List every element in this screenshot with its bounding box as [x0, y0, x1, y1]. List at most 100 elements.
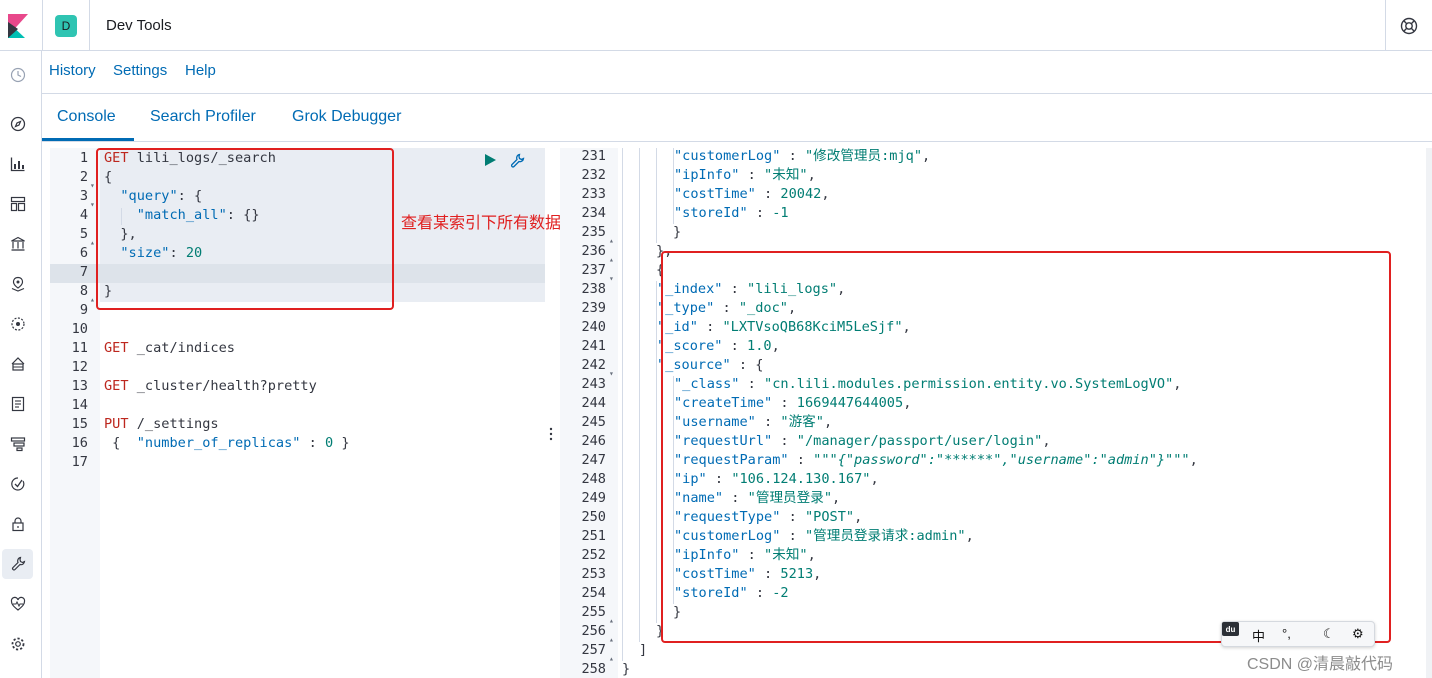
devtools-top-menu: History Settings Help [42, 51, 1432, 94]
request-options-wrench-icon[interactable] [509, 153, 525, 169]
indent-guide [656, 471, 657, 490]
output-line: ] [639, 641, 647, 660]
indent-guide [639, 167, 640, 186]
fold-arrow-icon[interactable]: ▾ [90, 176, 95, 195]
indent-guide [639, 148, 640, 167]
help-link[interactable]: Help [185, 62, 216, 79]
discover-compass-icon[interactable] [9, 115, 27, 133]
indent-guide [622, 167, 623, 186]
indent-guide [639, 547, 640, 566]
indent-guide [656, 528, 657, 547]
uptime-icon[interactable] [9, 475, 27, 493]
line-number: 16 [71, 435, 88, 451]
line-number: 5 [79, 226, 88, 242]
indent-guide [622, 452, 623, 471]
baidu-ime-logo-icon[interactable]: du [1222, 622, 1239, 636]
output-line-number: 243 [581, 376, 606, 392]
output-line: "ipInfo" : "未知", [674, 167, 816, 183]
fold-end-icon[interactable]: ▴ [609, 611, 614, 630]
settings-link[interactable]: Settings [113, 62, 167, 79]
line-number: 1 [79, 150, 88, 166]
indent-guide [639, 433, 640, 452]
indent-guide [622, 148, 623, 167]
send-request-play-icon[interactable] [483, 153, 497, 167]
recent-clock-icon[interactable] [9, 66, 27, 84]
ml-icon[interactable] [9, 315, 27, 333]
indent-guide [656, 490, 657, 509]
line-number: 15 [71, 416, 88, 432]
punct: , [922, 148, 931, 164]
ime-punctuation-toggle[interactable]: °, [1282, 626, 1291, 641]
ime-language-toggle[interactable]: 中 [1252, 626, 1265, 645]
output-line-number: 236 [581, 243, 606, 259]
indent-guide [639, 395, 640, 414]
panel-resize-handle-icon[interactable] [548, 426, 554, 442]
indent-guide [622, 338, 623, 357]
indent-guide [656, 452, 657, 471]
fold-end-icon[interactable]: ▴ [609, 649, 614, 668]
indent-guide [639, 224, 640, 243]
indent-guide [622, 357, 623, 376]
brace: } [333, 435, 350, 451]
tab-console[interactable]: Console [57, 108, 116, 126]
output-line-number: 253 [581, 566, 606, 582]
ime-settings-gear-icon[interactable]: ⚙ [1352, 626, 1364, 642]
dev-tools-wrench-icon[interactable] [9, 555, 27, 573]
infrastructure-icon[interactable] [9, 355, 27, 373]
tab-grok-debugger[interactable]: Grok Debugger [292, 108, 401, 126]
page-title: Dev Tools [106, 17, 172, 34]
indent-guide [622, 490, 623, 509]
tab-search-profiler[interactable]: Search Profiler [150, 108, 256, 126]
dashboard-icon[interactable] [9, 195, 27, 213]
indent-guide [656, 376, 657, 395]
fold-end-icon[interactable]: ▴ [90, 290, 95, 309]
output-line-number: 247 [581, 452, 606, 468]
output-line-number: 248 [581, 471, 606, 487]
space-avatar[interactable]: D [55, 15, 77, 37]
ime-moon-icon[interactable]: ☾ [1323, 626, 1335, 642]
indent-guide [622, 509, 623, 528]
indent-guide [639, 471, 640, 490]
request-path: _cat/indices [136, 340, 235, 356]
active-tab-indicator [42, 138, 134, 141]
visualize-chart-icon[interactable] [9, 155, 27, 173]
kibana-logo-icon[interactable] [8, 14, 28, 38]
punct: , [821, 186, 830, 202]
output-line-number: 249 [581, 490, 606, 506]
output-line-number: 241 [581, 338, 606, 354]
maps-icon[interactable] [9, 275, 27, 293]
output-line: "costTime" : 20042, [674, 186, 830, 202]
siem-lock-icon[interactable] [9, 515, 27, 533]
canvas-icon[interactable] [9, 235, 27, 253]
json-key: "customerLog" [674, 148, 781, 164]
fold-arrow-icon[interactable]: ▾ [90, 195, 95, 214]
fold-end-icon[interactable]: ▴ [609, 630, 614, 649]
apm-icon[interactable] [9, 435, 27, 453]
watermark: CSDN @清晨敲代码 [1247, 656, 1394, 673]
fold-end-icon[interactable]: ▴ [90, 233, 95, 252]
output-line-number: 254 [581, 585, 606, 601]
annotation-text: 查看某索引下所有数据 [401, 215, 562, 232]
fold-end-icon[interactable]: ▴ [609, 231, 614, 250]
output-line-number: 240 [581, 319, 606, 335]
indent-guide [622, 414, 623, 433]
indent-guide [622, 376, 623, 395]
management-gear-icon[interactable] [9, 635, 27, 653]
indent-guide [622, 186, 623, 205]
help-icon[interactable] [1400, 17, 1418, 35]
output-line: } [673, 223, 681, 242]
logs-icon[interactable] [9, 395, 27, 413]
output-scrollbar[interactable] [1426, 148, 1432, 678]
line-number: 2 [79, 169, 88, 185]
indent-guide [656, 547, 657, 566]
history-link[interactable]: History [49, 62, 96, 79]
indent-guide [622, 566, 623, 585]
fold-arrow-icon[interactable]: ▾ [609, 364, 614, 383]
indent-guide [622, 262, 623, 281]
fold-end-icon[interactable]: ▴ [609, 250, 614, 269]
fold-arrow-icon[interactable]: ▾ [609, 269, 614, 288]
json-key: "storeId" [674, 205, 748, 221]
monitoring-heartbeat-icon[interactable] [9, 595, 27, 613]
indent-guide [639, 376, 640, 395]
output-line-number: 246 [581, 433, 606, 449]
